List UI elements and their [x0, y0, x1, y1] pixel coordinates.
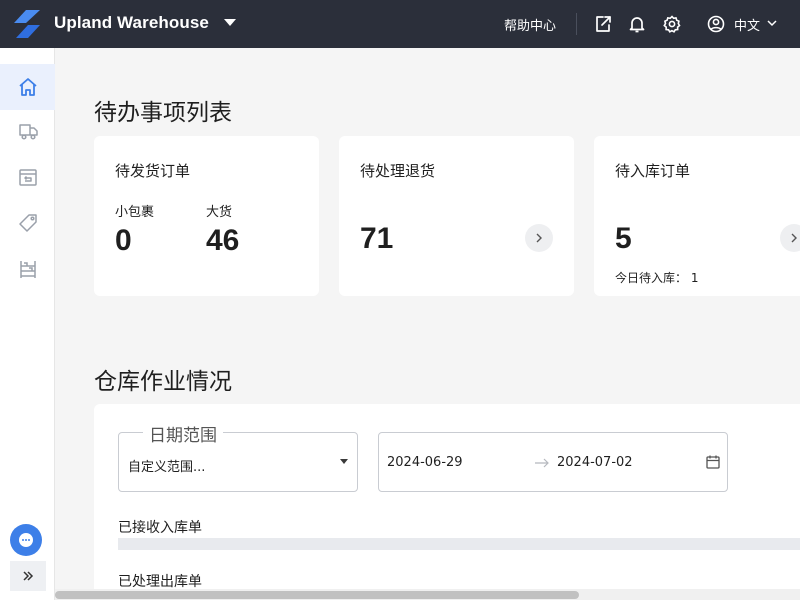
date-range-value: 自定义范围...: [128, 460, 206, 475]
pending-inbound-count: 5: [615, 222, 632, 255]
end-date-input[interactable]: 2024-07-02: [557, 455, 633, 470]
top-header: Upland Warehouse 帮助中心 中文: [0, 0, 800, 48]
today-inbound-note: 今日待入库： 1: [615, 271, 699, 285]
pending-returns-card[interactable]: 待处理退货 71: [339, 136, 574, 296]
export-icon[interactable]: [593, 14, 613, 34]
processed-outbound-label: 已处理出库单: [118, 574, 202, 590]
small-parcel-label: 小包裹: [115, 205, 155, 220]
view-inbound-button[interactable]: [780, 224, 800, 252]
todo-section-title: 待办事项列表: [94, 100, 232, 126]
logo-icon[interactable]: [14, 10, 40, 38]
bulk-goods-count[interactable]: 46: [206, 224, 239, 258]
home-icon: [18, 78, 37, 96]
help-center-link[interactable]: 帮助中心: [504, 15, 556, 34]
card-title: 待发货订单: [115, 162, 191, 180]
received-inbound-label: 已接收入库单: [118, 520, 202, 536]
sidebar-item-home[interactable]: [0, 64, 55, 110]
card-title: 待入库订单: [615, 162, 691, 180]
chat-support-button[interactable]: [10, 524, 42, 556]
arrow-right-icon: [535, 458, 549, 468]
chevron-down-icon[interactable]: [224, 19, 236, 26]
tag-icon: [18, 214, 37, 232]
chevron-right-icon: [536, 233, 542, 243]
start-date-input[interactable]: 2024-06-29: [387, 455, 463, 470]
bulk-goods-label: 大货: [206, 205, 233, 220]
ops-panel: 日期范围 自定义范围... 2024-06-29 2024-07-02 已接收入…: [94, 404, 800, 600]
user-icon[interactable]: [706, 14, 726, 34]
received-inbound-bar: [118, 538, 800, 550]
pending-inbound-card[interactable]: 待入库订单 5 今日待入库： 1: [594, 136, 800, 296]
scrollbar-thumb[interactable]: [55, 591, 579, 599]
date-range-label: 日期范围: [143, 421, 223, 446]
calendar-icon[interactable]: [705, 454, 721, 470]
horizontal-scrollbar[interactable]: [55, 589, 800, 600]
small-parcel-count[interactable]: 0: [115, 224, 132, 258]
header-divider: [576, 13, 577, 35]
bell-icon[interactable]: [627, 14, 647, 34]
sidebar-item-products[interactable]: [0, 200, 55, 246]
expand-sidebar-button[interactable]: [10, 561, 46, 591]
chevron-down-icon[interactable]: [766, 17, 778, 29]
pending-shipment-card[interactable]: 待发货订单 小包裹 0 大货 46: [94, 136, 319, 296]
ops-section-title: 仓库作业情况: [94, 369, 232, 395]
sidebar-item-warehouse[interactable]: [0, 246, 55, 292]
language-selector[interactable]: 中文: [734, 15, 760, 34]
shelf-icon: [19, 261, 36, 278]
caret-down-icon: [340, 459, 348, 464]
date-range-picker[interactable]: 2024-06-29 2024-07-02: [378, 432, 728, 492]
return-box-icon: [18, 169, 37, 186]
chevron-right-icon: [791, 233, 797, 243]
card-title: 待处理退货: [360, 162, 436, 180]
sidebar: [0, 48, 55, 600]
double-chevron-right-icon: [23, 571, 34, 581]
view-returns-button[interactable]: [525, 224, 553, 252]
truck-icon: [18, 124, 38, 140]
app-title[interactable]: Upland Warehouse: [54, 13, 209, 33]
chat-bubble-icon: [19, 533, 33, 547]
sidebar-item-returns[interactable]: [0, 154, 55, 200]
gear-icon[interactable]: [662, 14, 682, 34]
pending-returns-count: 71: [360, 222, 394, 255]
date-range-select[interactable]: 日期范围 自定义范围...: [118, 421, 358, 492]
sidebar-item-shipping[interactable]: [0, 108, 55, 154]
